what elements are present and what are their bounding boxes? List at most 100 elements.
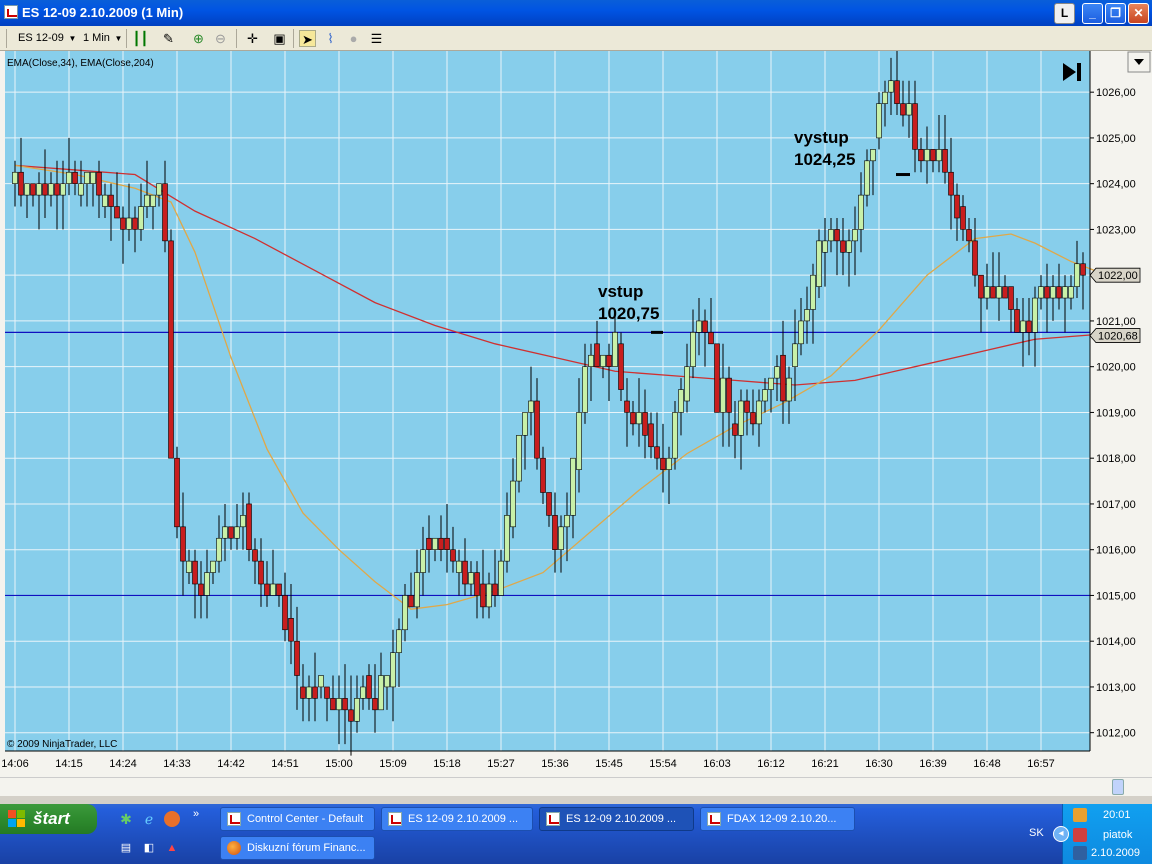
candle-body[interactable] [888,80,894,93]
candle-body[interactable] [222,526,228,539]
candle-body[interactable] [840,240,846,253]
candle-body[interactable] [750,412,756,425]
candle-body[interactable] [408,595,414,608]
candle-body[interactable] [990,286,996,299]
candle-body[interactable] [678,389,684,413]
candle-body[interactable] [786,377,792,402]
candle-body[interactable] [906,103,912,116]
candle-body[interactable] [378,675,384,711]
candle-body[interactable] [666,457,672,470]
expand-quicklaunch-icon[interactable]: » [190,806,202,822]
candle-body[interactable] [492,583,498,596]
tray-network-icon[interactable] [1073,828,1087,842]
properties-icon[interactable]: ▣ [271,30,288,47]
candle-body[interactable] [432,537,438,550]
candle-body[interactable] [960,206,966,230]
candle-body[interactable] [804,309,810,322]
pencil-icon[interactable]: ✎ [160,30,177,47]
candle-body[interactable] [636,412,642,425]
candle-body[interactable] [354,698,360,722]
internet-explorer-icon[interactable]: ℯ [141,811,157,827]
candle-body[interactable] [570,457,576,516]
candle-body[interactable] [852,229,858,242]
candle-body[interactable] [1008,286,1014,310]
candle-body[interactable] [828,229,834,242]
candle-body[interactable] [360,686,366,699]
candle-body[interactable] [258,560,264,585]
candle-body[interactable] [186,560,192,573]
tray-app-icon[interactable] [1073,808,1087,822]
candle-body[interactable] [684,366,690,402]
candle-body[interactable] [552,515,558,550]
task-fdax-chart[interactable]: FDAX 12-09 2.10.20... [700,807,855,831]
candle-body[interactable] [1068,286,1074,299]
candle-body[interactable] [474,572,480,596]
candle-body[interactable] [618,343,624,390]
candle-body[interactable] [864,160,870,196]
candle-body[interactable] [1062,286,1068,299]
zoom-out-icon[interactable]: ⊖ [212,30,229,47]
candle-body[interactable] [162,183,168,242]
candle-body[interactable] [606,354,612,367]
candle-body[interactable] [1026,320,1032,333]
candle-body[interactable] [792,343,798,367]
candle-body[interactable] [228,526,234,539]
candle-body[interactable] [366,675,372,699]
candle-body[interactable] [390,652,396,688]
candle-body[interactable] [780,354,786,402]
candle-body[interactable] [498,560,504,596]
crosshair-icon[interactable]: ✛ [244,30,261,47]
candle-body[interactable] [834,229,840,242]
candle-body[interactable] [372,698,378,711]
candle-body[interactable] [744,400,750,413]
candle-body[interactable] [138,206,144,230]
candle-body[interactable] [108,194,114,207]
candle-body[interactable] [954,194,960,219]
candle-body[interactable] [150,194,156,207]
candle-body[interactable] [702,320,708,333]
candle-body[interactable] [798,320,804,345]
candle-body[interactable] [1020,320,1026,333]
candle-body[interactable] [192,560,198,585]
candle-body[interactable] [288,618,294,642]
candle-body[interactable] [594,343,600,367]
start-button[interactable]: štart [0,804,97,834]
candle-body[interactable] [768,377,774,390]
candle-body[interactable] [672,412,678,459]
task-firefox[interactable]: Diskuzní fórum Financ... [220,836,375,860]
candle-body[interactable] [348,709,354,722]
candle-body[interactable] [102,194,108,207]
chart-panel[interactable]: 1026,00 1025,00 1024,00 1023,00 1022,00 1021,… [0,46,1152,777]
candle-body[interactable] [24,183,30,196]
maximize-button[interactable]: ❐ [1105,3,1126,24]
candle-body[interactable] [894,80,900,104]
candle-body[interactable] [984,286,990,299]
candle-body[interactable] [174,457,180,528]
candle-body[interactable] [1032,297,1038,333]
candle-body[interactable] [612,332,618,367]
candle-body[interactable] [504,515,510,562]
candle-body[interactable] [762,389,768,402]
candle-body[interactable] [120,217,126,230]
candle-body[interactable] [534,400,540,459]
candle-body[interactable] [180,526,186,562]
quicklaunch-icon[interactable]: ✱ [118,811,134,827]
task-es-chart-1[interactable]: ES 12-09 2.10.2009 ... [381,807,533,831]
candle-body[interactable] [246,503,252,550]
candle-body[interactable] [276,583,282,596]
candle-body[interactable] [306,686,312,699]
candle-body[interactable] [564,515,570,528]
candle-body[interactable] [648,423,654,448]
candle-body[interactable] [1074,263,1080,287]
instrument-selector[interactable]: ES 12-09 [18,30,64,47]
candle-body[interactable] [900,103,906,116]
quicklaunch-icon[interactable]: ▲ [164,840,180,856]
candle-body[interactable] [924,149,930,162]
candle-body[interactable] [732,423,738,436]
candle-body[interactable] [84,171,90,184]
candle-body[interactable] [1014,309,1020,333]
candle-body[interactable] [156,183,162,196]
candle-body[interactable] [426,537,432,550]
candle-body[interactable] [816,240,822,287]
candle-body[interactable] [252,549,258,562]
